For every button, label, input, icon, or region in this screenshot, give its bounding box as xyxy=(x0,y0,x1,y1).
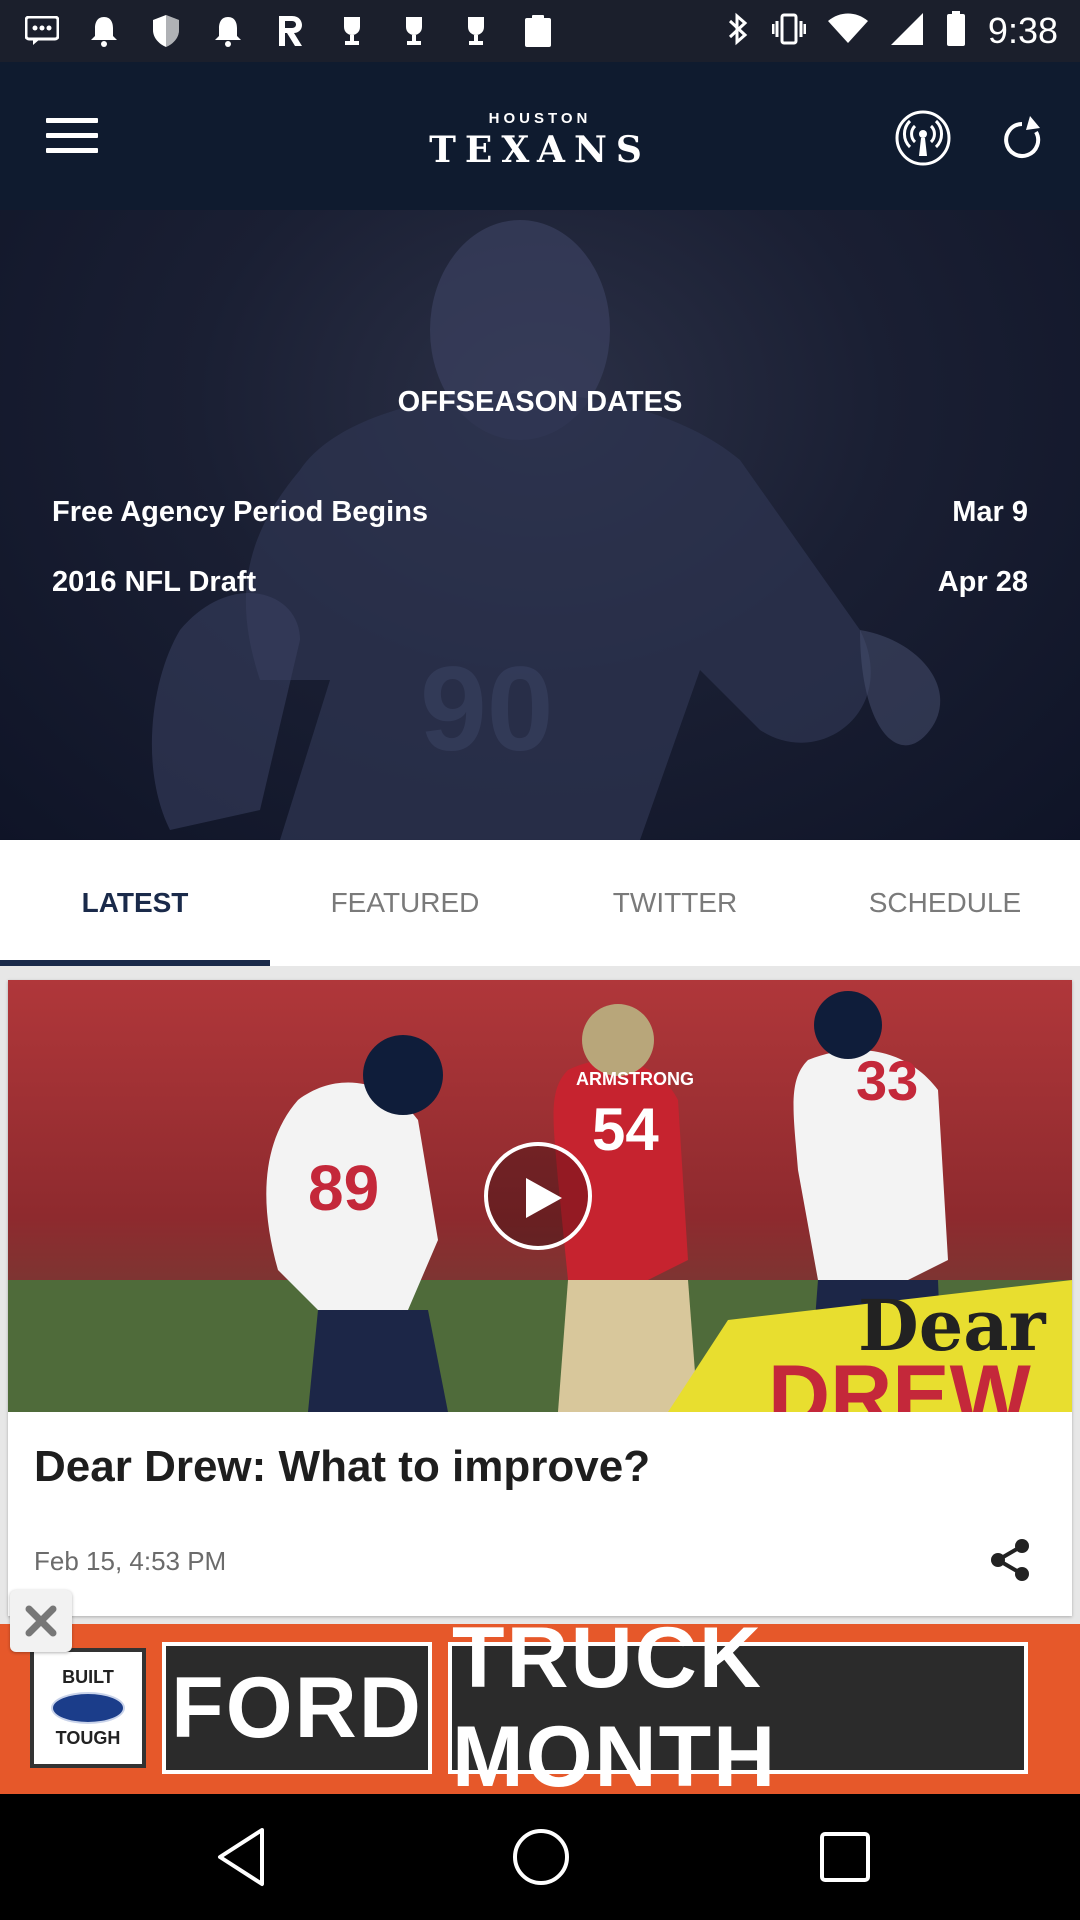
share-icon[interactable] xyxy=(986,1536,1034,1584)
vibrate-icon xyxy=(771,11,807,52)
offseason-date-row: Free Agency Period Begins Mar 9 xyxy=(52,496,1028,540)
notification-icons xyxy=(24,12,556,50)
logo-top-text: HOUSTON xyxy=(488,110,592,127)
navigation-bar xyxy=(0,1794,1080,1920)
tab-schedule[interactable]: SCHEDULE xyxy=(810,840,1080,966)
home-icon[interactable] xyxy=(506,1822,576,1892)
thumbnail-overlay-text: DREW xyxy=(768,1348,1032,1412)
clock: 9:38 xyxy=(987,10,1058,51)
bell-icon xyxy=(86,13,122,49)
shield-icon xyxy=(148,13,184,49)
video-thumbnail[interactable]: 89 ARMSTRONG 54 33 Dear DREW xyxy=(8,980,1072,1412)
trophy-icon xyxy=(396,13,432,49)
jersey-number: 54 xyxy=(592,1096,659,1163)
signal-icon xyxy=(890,12,924,51)
ford-oval-icon xyxy=(51,1692,125,1724)
clipboard-icon xyxy=(520,13,556,49)
refresh-icon[interactable] xyxy=(994,112,1050,168)
tab-featured[interactable]: FEATURED xyxy=(270,840,540,966)
recent-apps-icon[interactable] xyxy=(810,1822,880,1892)
offseason-date-row: 2016 NFL Draft Apr 28 xyxy=(52,566,1028,610)
radio-icon[interactable] xyxy=(895,110,951,166)
bell-icon xyxy=(210,13,246,49)
event-date: Mar 9 xyxy=(952,496,1028,528)
menu-icon[interactable] xyxy=(46,118,98,158)
event-label: Free Agency Period Begins xyxy=(52,496,429,528)
back-icon[interactable] xyxy=(206,1822,276,1892)
built-ford-tough-logo: BUILT TOUGH xyxy=(30,1648,146,1768)
trophy-icon xyxy=(458,13,494,49)
article-title[interactable]: Dear Drew: What to improve? xyxy=(34,1442,650,1492)
jersey-name: ARMSTRONG xyxy=(576,1069,694,1089)
jersey-number: 89 xyxy=(308,1152,379,1224)
messages-icon xyxy=(24,13,60,49)
article-date: Feb 15, 4:53 PM xyxy=(34,1546,227,1576)
tab-twitter[interactable]: TWITTER xyxy=(540,840,810,966)
texans-logo: HOUSTON TEXANS xyxy=(410,110,670,171)
wifi-icon xyxy=(827,13,868,50)
jersey-number: 33 xyxy=(856,1049,918,1112)
offseason-hero: 90 OFFSEASON DATES Free Agency Period Be… xyxy=(0,210,1080,840)
ad-headline-ford: FORD xyxy=(162,1642,432,1774)
offseason-title: OFFSEASON DATES xyxy=(397,386,683,418)
badge-top-text: BUILT xyxy=(62,1667,114,1687)
trophy-icon xyxy=(334,13,370,49)
ad-headline-truck-month: TRUCK MONTH xyxy=(448,1624,1028,1794)
article-card[interactable]: 89 ARMSTRONG 54 33 Dear DREW Dear Drew: … xyxy=(8,980,1072,1616)
event-date: Apr 28 xyxy=(937,566,1028,598)
play-icon[interactable] xyxy=(484,1142,592,1250)
close-ad-icon[interactable] xyxy=(10,1590,72,1652)
tab-latest[interactable]: LATEST xyxy=(0,840,270,966)
tab-bar: LATEST FEATURED TWITTER SCHEDULE xyxy=(0,840,1080,966)
logo-main-text: TEXANS xyxy=(429,129,651,171)
bluetooth-icon xyxy=(726,11,750,52)
status-bar: 9:38 xyxy=(0,0,1080,62)
ford-ad-banner[interactable]: BUILT TOUGH FORD TRUCK MONTH xyxy=(0,1624,1080,1794)
badge-bottom-text: TOUGH xyxy=(55,1728,121,1748)
event-label: 2016 NFL Draft xyxy=(52,566,257,598)
svg-text:90: 90 xyxy=(420,642,553,776)
app-bar: HOUSTON TEXANS xyxy=(0,62,1080,210)
battery-icon xyxy=(946,10,966,52)
r-app-icon xyxy=(272,13,308,49)
